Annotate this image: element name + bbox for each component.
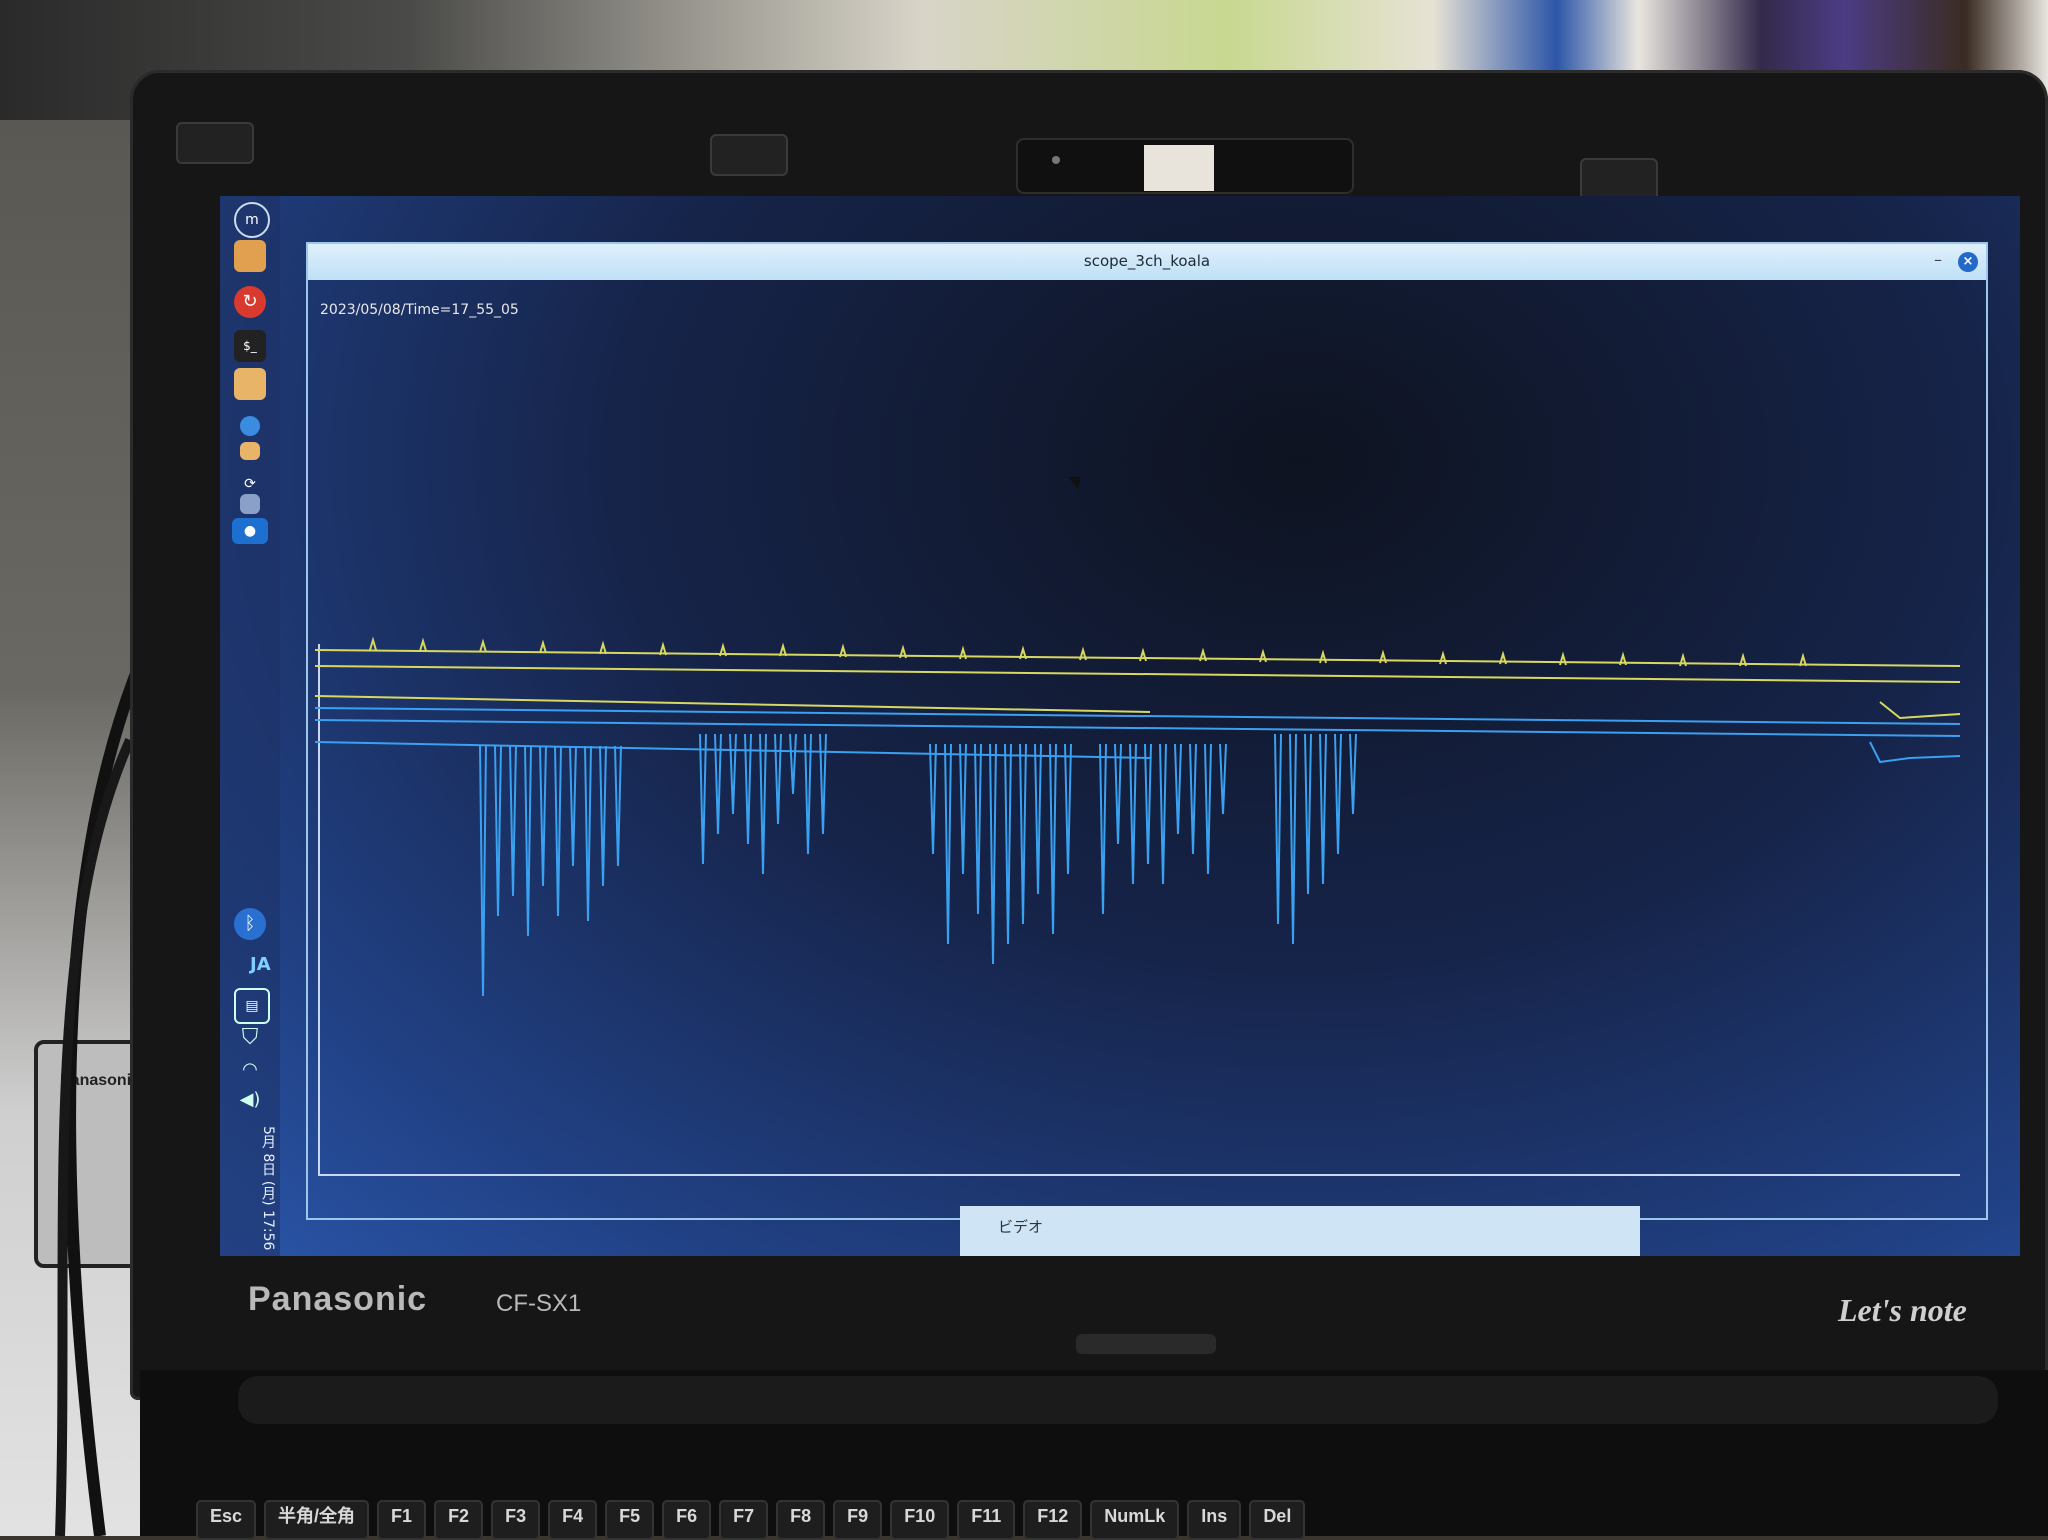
oscilloscope-traces (314, 636, 1961, 997)
key-ins[interactable]: Ins (1187, 1500, 1242, 1540)
laptop-model: CF-SX1 (496, 1290, 582, 1317)
function-key-row: Esc 半角/全角 F1 F2 F3 F4 F5 F6 F7 F8 F9 F10… (196, 1500, 1306, 1540)
key-numlk[interactable]: NumLk (1090, 1500, 1180, 1540)
key-f4[interactable]: F4 (548, 1500, 598, 1540)
key-hankaku[interactable]: 半角/全角 (264, 1500, 370, 1540)
key-f6[interactable]: F6 (662, 1500, 712, 1540)
trace-yellow-1 (314, 636, 1961, 720)
laptop-brand: Panasonic (248, 1280, 428, 1318)
key-f9[interactable]: F9 (833, 1500, 883, 1540)
key-f2[interactable]: F2 (434, 1500, 484, 1540)
lid-bumper-right (1580, 158, 1658, 200)
laptop-hinge (238, 1376, 1998, 1424)
taskbar-strip (960, 1206, 1640, 1256)
webcam-cover-tape (1144, 145, 1214, 191)
lid-latch (1076, 1334, 1216, 1354)
laptop-series-logo: Let's note (1838, 1292, 1967, 1328)
key-del[interactable]: Del (1249, 1500, 1306, 1540)
lid-bumper-left (176, 122, 254, 164)
trace-blue-spikes (479, 733, 1357, 997)
laptop-screen: m ↻ $_ ⟳ ● ᛒ JA ▤ ⛉ ◠ ◀) 5月 8日 (月) 17:56… (220, 196, 2020, 1256)
key-f10[interactable]: F10 (890, 1500, 950, 1540)
key-f3[interactable]: F3 (491, 1500, 541, 1540)
taskbar-item-video[interactable]: ビデオ (998, 1216, 1043, 1237)
key-f12[interactable]: F12 (1023, 1500, 1083, 1540)
key-f5[interactable]: F5 (605, 1500, 655, 1540)
key-f7[interactable]: F7 (719, 1500, 769, 1540)
key-esc[interactable]: Esc (196, 1500, 257, 1540)
lid-bumper-center (710, 134, 788, 176)
key-f8[interactable]: F8 (776, 1500, 826, 1540)
key-f1[interactable]: F1 (377, 1500, 427, 1540)
webcam-lens (1052, 156, 1060, 164)
key-f11[interactable]: F11 (957, 1500, 1016, 1540)
